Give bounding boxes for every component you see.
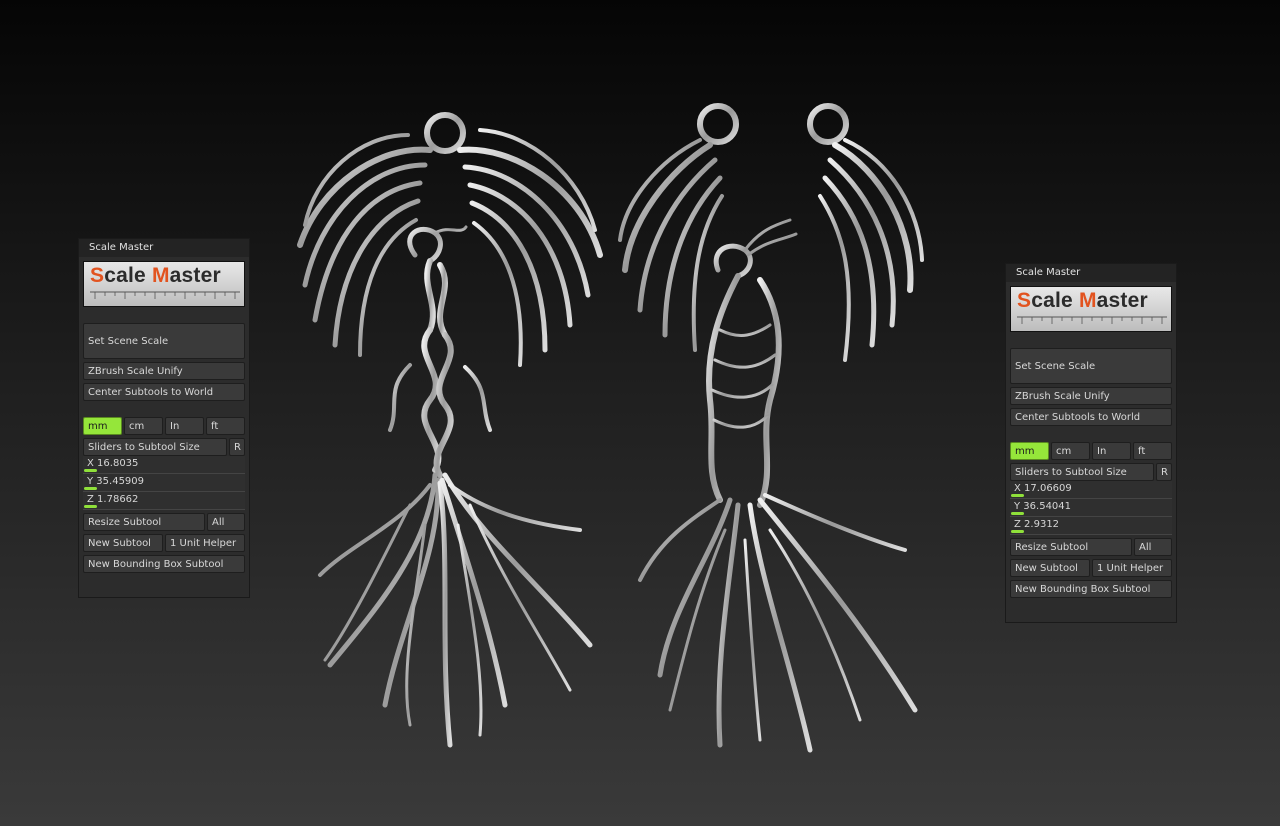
center-subtools-button[interactable]: Center Subtools to World <box>83 383 245 401</box>
logo-text: Scale Master <box>1017 289 1148 312</box>
reset-button[interactable]: R <box>1156 463 1172 481</box>
ruler-icon <box>90 291 240 299</box>
scale-master-logo: Scale Master <box>1010 286 1172 332</box>
slider-value: 1.78662 <box>97 494 139 505</box>
unit-ft-button[interactable]: ft <box>206 417 245 435</box>
slider-value: 36.54041 <box>1023 501 1072 512</box>
3d-viewport[interactable]: Scale Master Scale Master Set Scene Scal… <box>0 0 1280 826</box>
resize-subtool-button[interactable]: Resize Subtool <box>1010 538 1132 556</box>
unit-cm-button[interactable]: cm <box>1051 442 1090 460</box>
scale-master-logo: Scale Master <box>83 261 245 307</box>
new-subtool-button[interactable]: New Subtool <box>83 534 163 552</box>
z-size-slider[interactable]: Z 2.9312 <box>1010 517 1172 535</box>
unit-mm-button[interactable]: mm <box>83 417 122 435</box>
unit-in-button[interactable]: In <box>1092 442 1131 460</box>
zbrush-scale-unify-button[interactable]: ZBrush Scale Unify <box>83 362 245 380</box>
new-subtool-button[interactable]: New Subtool <box>1010 559 1090 577</box>
slider-axis: X <box>1014 483 1021 494</box>
phoenix-pendant-right[interactable] <box>610 100 930 765</box>
z-size-slider[interactable]: Z 1.78662 <box>83 492 245 510</box>
new-bounding-box-subtool-button[interactable]: New Bounding Box Subtool <box>83 555 245 573</box>
phoenix-pendant-left[interactable] <box>290 105 610 755</box>
center-subtools-button[interactable]: Center Subtools to World <box>1010 408 1172 426</box>
sliders-to-subtool-size-button[interactable]: Sliders to Subtool Size <box>83 438 227 456</box>
set-scene-scale-button[interactable]: Set Scene Scale <box>1010 348 1172 384</box>
all-button[interactable]: All <box>1134 538 1172 556</box>
unit-selector: mm cm In ft <box>1010 442 1172 460</box>
slider-value: 16.8035 <box>97 458 139 469</box>
panel-title: Scale Master <box>1006 264 1176 282</box>
panel-title: Scale Master <box>79 239 249 257</box>
x-size-slider[interactable]: X 17.06609 <box>1010 481 1172 499</box>
zbrush-scale-unify-button[interactable]: ZBrush Scale Unify <box>1010 387 1172 405</box>
ruler-icon <box>1017 316 1167 324</box>
slider-axis: Y <box>1014 501 1021 512</box>
y-size-slider[interactable]: Y 35.45909 <box>83 474 245 492</box>
scale-master-panel-right: Scale Master Scale Master Set Scene Scal… <box>1005 263 1177 623</box>
unit-cm-button[interactable]: cm <box>124 417 163 435</box>
all-button[interactable]: All <box>207 513 245 531</box>
slider-axis: Z <box>1014 519 1021 530</box>
slider-value: 17.06609 <box>1024 483 1072 494</box>
x-size-slider[interactable]: X 16.8035 <box>83 456 245 474</box>
slider-axis: Y <box>87 476 94 487</box>
slider-value: 35.45909 <box>96 476 145 487</box>
logo-text: Scale Master <box>90 264 221 287</box>
unit-selector: mm cm In ft <box>83 417 245 435</box>
sliders-to-subtool-size-button[interactable]: Sliders to Subtool Size <box>1010 463 1154 481</box>
resize-subtool-button[interactable]: Resize Subtool <box>83 513 205 531</box>
y-size-slider[interactable]: Y 36.54041 <box>1010 499 1172 517</box>
reset-button[interactable]: R <box>229 438 245 456</box>
slider-axis: X <box>87 458 94 469</box>
scale-master-panel-left: Scale Master Scale Master Set Scene Scal… <box>78 238 250 598</box>
slider-axis: Z <box>87 494 94 505</box>
unit-helper-button[interactable]: 1 Unit Helper <box>165 534 245 552</box>
slider-value: 2.9312 <box>1024 519 1060 530</box>
set-scene-scale-button[interactable]: Set Scene Scale <box>83 323 245 359</box>
unit-ft-button[interactable]: ft <box>1133 442 1172 460</box>
unit-mm-button[interactable]: mm <box>1010 442 1049 460</box>
unit-helper-button[interactable]: 1 Unit Helper <box>1092 559 1172 577</box>
new-bounding-box-subtool-button[interactable]: New Bounding Box Subtool <box>1010 580 1172 598</box>
unit-in-button[interactable]: In <box>165 417 204 435</box>
